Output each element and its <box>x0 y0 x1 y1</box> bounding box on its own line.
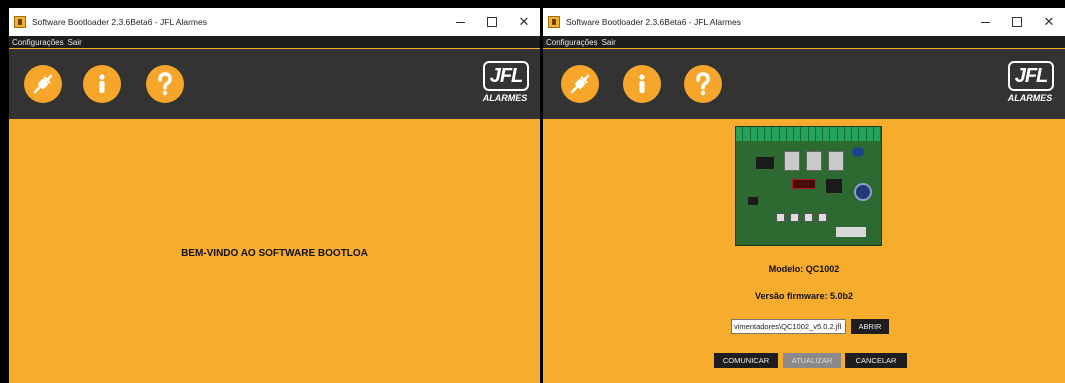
communicate-button[interactable]: COMUNICAR <box>714 353 778 368</box>
plug-icon[interactable] <box>24 65 62 103</box>
bootloader-window-update: Software Bootloader 2.3.6Beta6 - JFL Ala… <box>543 8 1065 383</box>
app-icon <box>548 16 560 28</box>
title-bar[interactable]: Software Bootloader 2.3.6Beta6 - JFL Ala… <box>9 8 540 36</box>
model-label: Modelo: QC1002 <box>768 264 840 274</box>
welcome-text: BEM-VINDO AO SOFTWARE BOOTLOA <box>181 248 368 259</box>
bootloader-window-welcome: Software Bootloader 2.3.6Beta6 - JFL Ala… <box>9 8 540 383</box>
title-bar[interactable]: Software Bootloader 2.3.6Beta6 - JFL Ala… <box>543 8 1065 36</box>
menu-bar: Configurações Sair <box>9 36 540 49</box>
maximize-button[interactable] <box>1001 8 1033 36</box>
minimize-button[interactable] <box>969 8 1001 36</box>
firmware-file-path-input[interactable]: vimentadores\QC1002_v5.0.2.jfl <box>731 319 846 334</box>
open-file-button[interactable]: ABRIR <box>851 319 889 334</box>
close-button[interactable]: ✕ <box>1033 8 1065 36</box>
firmware-label: Versão firmware: 5.0b2 <box>754 291 854 301</box>
menu-sair[interactable]: Sair <box>602 38 616 47</box>
app-icon <box>14 16 26 28</box>
toolbar: JFL ALARMES <box>543 49 1065 119</box>
toolbar: JFL ALARMES <box>9 49 540 119</box>
menu-bar: Configurações Sair <box>543 36 1065 49</box>
minimize-button[interactable] <box>444 8 476 36</box>
device-board-image <box>735 126 882 246</box>
menu-configuracoes[interactable]: Configurações <box>12 38 64 47</box>
help-icon[interactable] <box>684 65 722 103</box>
info-icon[interactable] <box>83 65 121 103</box>
close-button[interactable]: ✕ <box>508 8 540 36</box>
jfl-logo: JFL ALARMES <box>480 61 530 107</box>
window-title: Software Bootloader 2.3.6Beta6 - JFL Ala… <box>32 17 207 27</box>
update-button[interactable]: ATUALIZAR <box>783 353 841 368</box>
menu-configuracoes[interactable]: Configurações <box>546 38 598 47</box>
plug-icon[interactable] <box>561 65 599 103</box>
menu-sair[interactable]: Sair <box>68 38 82 47</box>
cancel-button[interactable]: CANCELAR <box>845 353 907 368</box>
window-title: Software Bootloader 2.3.6Beta6 - JFL Ala… <box>566 17 741 27</box>
jfl-logo: JFL ALARMES <box>1005 61 1055 107</box>
help-icon[interactable] <box>146 65 184 103</box>
maximize-button[interactable] <box>476 8 508 36</box>
info-icon[interactable] <box>623 65 661 103</box>
